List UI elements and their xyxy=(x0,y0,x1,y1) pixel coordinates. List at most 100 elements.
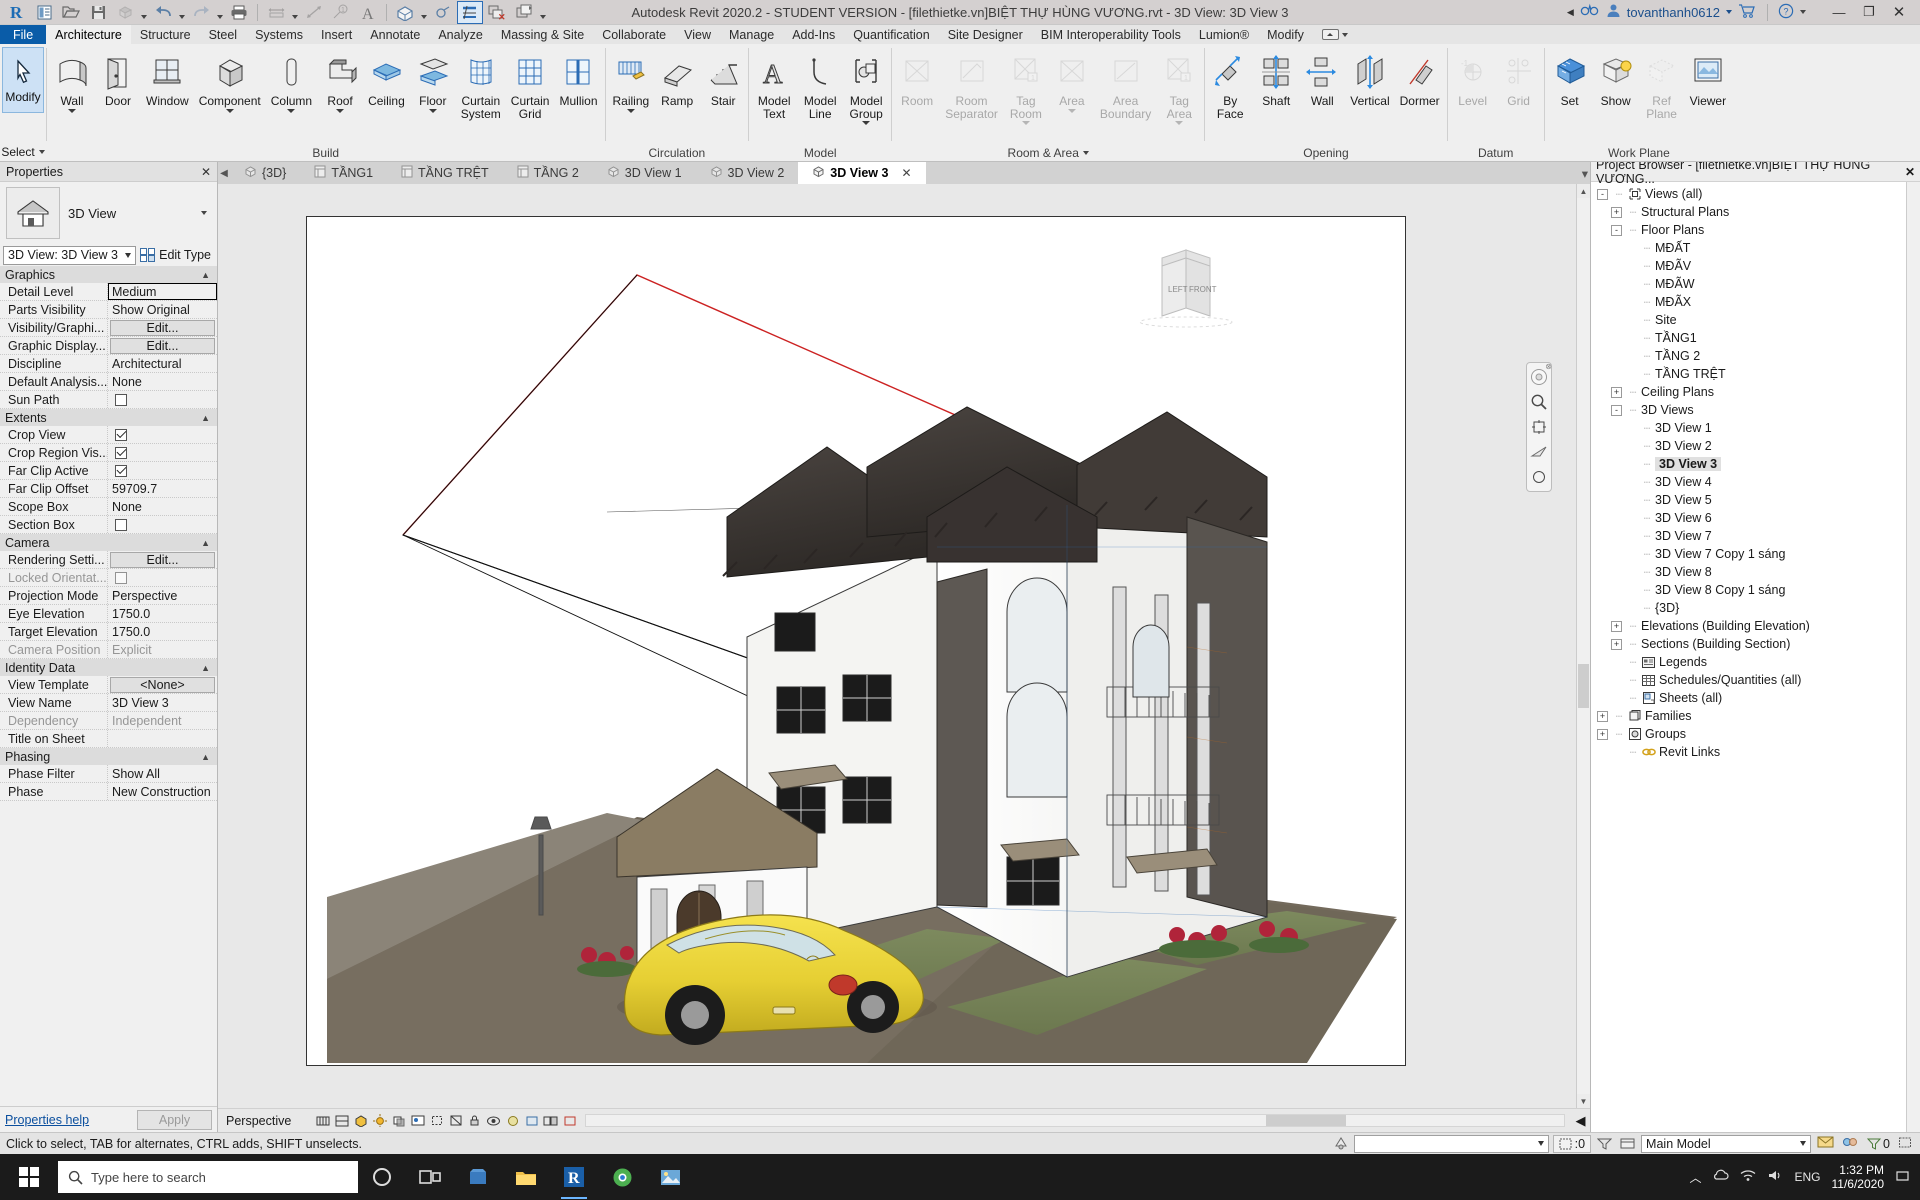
temporary-hide-isolate-icon[interactable] xyxy=(484,1111,503,1130)
minimize-button[interactable]: — xyxy=(1824,0,1854,25)
ribbon-button-wall[interactable]: Wall xyxy=(1299,49,1345,110)
zoom-all-icon[interactable] xyxy=(1529,467,1549,487)
property-edit-button[interactable]: Edit... xyxy=(110,319,215,336)
workset-selector[interactable]: Main Model xyxy=(1641,1134,1812,1153)
view-tab-3d-view-3[interactable]: 3D View 3 ✕ xyxy=(798,162,926,184)
browser-node-t-ng1[interactable]: ┈ TẦNG1 xyxy=(1591,329,1906,347)
browser-node-elevations-building-elevation[interactable]: + ┈ Elevations (Building Elevation) xyxy=(1591,617,1906,635)
view-tab-close-icon[interactable]: ✕ xyxy=(901,166,911,180)
ribbon-button-model-group[interactable]: Model Group xyxy=(843,49,889,127)
hide-crop-boundaries-icon[interactable] xyxy=(1898,1136,1912,1152)
filter-count-icon[interactable]: 0 xyxy=(1867,1137,1890,1151)
chevron-down-icon[interactable] xyxy=(428,108,437,113)
property-value[interactable]: Medium xyxy=(108,283,217,300)
reveal-hidden-icon[interactable] xyxy=(503,1111,522,1130)
ribbon-tab-steel[interactable]: Steel xyxy=(200,25,247,44)
property-checkbox[interactable] xyxy=(115,571,127,584)
collapse-icon[interactable]: - xyxy=(1611,404,1622,416)
group-collapse-icon[interactable]: ▲ xyxy=(201,752,210,762)
browser-node-t-ng-tr-t[interactable]: ┈ TẦNG TRỆT xyxy=(1591,365,1906,383)
ribbon-button-ceiling[interactable]: Ceiling xyxy=(363,49,410,110)
hscroll-left-icon[interactable]: ◀ xyxy=(1571,1111,1590,1130)
browser-node-site[interactable]: ┈ Site xyxy=(1591,311,1906,329)
switch-windows-dropdown-icon[interactable] xyxy=(538,1,548,24)
ribbon-button-wall[interactable]: Wall xyxy=(49,49,95,115)
property-value[interactable]: None xyxy=(108,373,217,390)
property-value[interactable]: Explicit xyxy=(108,641,217,658)
select-dropdown[interactable]: Select xyxy=(1,145,45,161)
ribbon-tab-lumion[interactable]: Lumion® xyxy=(1190,25,1258,44)
group-collapse-icon[interactable]: ▲ xyxy=(201,413,210,423)
canvas-vertical-scrollbar[interactable]: ▲ ▼ xyxy=(1576,184,1590,1108)
ribbon-button-dormer[interactable]: Dormer xyxy=(1395,49,1445,110)
open-icon[interactable] xyxy=(58,1,84,24)
view-dropdown-icon[interactable] xyxy=(419,1,429,24)
navbar-close-icon[interactable]: ⊗ xyxy=(1545,362,1552,371)
property-value[interactable]: 59709.7 xyxy=(108,480,217,497)
browser-node-t-ng-2[interactable]: ┈ TẦNG 2 xyxy=(1591,347,1906,365)
browser-node-revit-links[interactable]: ┈ Revit Links xyxy=(1591,743,1906,761)
browser-node-m-x[interactable]: ┈ MĐÃX xyxy=(1591,293,1906,311)
tab-overflow-icon[interactable]: ▾ xyxy=(1582,162,1590,184)
ribbon-tab-modify[interactable]: Modify xyxy=(1258,25,1313,44)
ribbon-button-stair[interactable]: Stair xyxy=(700,49,746,110)
ribbon-button-shaft[interactable]: Shaft xyxy=(1253,49,1299,110)
browser-node-3d[interactable]: ┈ {3D} xyxy=(1591,599,1906,617)
ribbon-tab-view[interactable]: View xyxy=(675,25,720,44)
tray-expand-icon[interactable]: ︿ xyxy=(1689,1169,1701,1186)
view-tab-3d-view-1[interactable]: 3D View 1 xyxy=(593,162,696,184)
ribbon-state-icon[interactable] xyxy=(1321,29,1339,40)
ribbon-button-floor[interactable]: Floor xyxy=(410,49,456,115)
canvas-horizontal-scrollbar[interactable] xyxy=(585,1114,1565,1127)
collapse-icon[interactable]: - xyxy=(1611,224,1622,236)
undo-dropdown-icon[interactable] xyxy=(177,1,187,24)
scroll-thumb[interactable] xyxy=(1578,664,1589,708)
print-icon[interactable] xyxy=(226,1,252,24)
view-tab-3d[interactable]: {3D} xyxy=(230,162,300,184)
ribbon-button-component[interactable]: Component xyxy=(194,49,266,115)
browser-scrollbar[interactable] xyxy=(1906,182,1920,1132)
property-value[interactable]: None xyxy=(108,498,217,515)
section-icon[interactable] xyxy=(430,1,456,24)
panel-expand-icon[interactable] xyxy=(1082,150,1089,155)
modify-button[interactable]: Modify xyxy=(2,47,44,113)
group-collapse-icon[interactable]: ▲ xyxy=(201,270,210,280)
measure-icon[interactable] xyxy=(263,1,289,24)
ribbon-tab-site-designer[interactable]: Site Designer xyxy=(939,25,1032,44)
browser-node-3d-view-4[interactable]: ┈ 3D View 4 xyxy=(1591,473,1906,491)
redo-icon[interactable] xyxy=(188,1,214,24)
reveal-constraints-icon[interactable] xyxy=(560,1111,579,1130)
editing-request-icon[interactable] xyxy=(1817,1135,1834,1152)
crop-view-icon[interactable] xyxy=(427,1111,446,1130)
ribbon-tab-add-ins[interactable]: Add-Ins xyxy=(783,25,844,44)
view-tab-t-ng1[interactable]: TẦNG1 xyxy=(300,162,387,184)
shadows-icon[interactable] xyxy=(389,1111,408,1130)
redo-dropdown-icon[interactable] xyxy=(215,1,225,24)
property-value[interactable] xyxy=(108,730,217,747)
ribbon-button-window[interactable]: Window xyxy=(141,49,194,110)
expand-icon[interactable]: + xyxy=(1597,728,1608,740)
ribbon-tab-structure[interactable]: Structure xyxy=(131,25,200,44)
properties-collapse-icon[interactable] xyxy=(197,211,211,215)
lock-3d-view-icon[interactable] xyxy=(465,1111,484,1130)
browser-node-ceiling-plans[interactable]: + ┈ Ceiling Plans xyxy=(1591,383,1906,401)
browser-node-m-w[interactable]: ┈ MĐÃW xyxy=(1591,275,1906,293)
hscroll-thumb[interactable] xyxy=(1266,1115,1347,1126)
ribbon-button-vertical[interactable]: Vertical xyxy=(1345,49,1394,110)
tab-scroll-left-icon[interactable]: ◀ xyxy=(218,162,230,184)
cart-icon[interactable] xyxy=(1738,3,1757,21)
onedrive-tray-icon[interactable] xyxy=(1712,1169,1730,1185)
switch-windows-icon[interactable] xyxy=(511,1,537,24)
expand-icon[interactable]: + xyxy=(1611,386,1622,398)
browser-node-families[interactable]: + ┈ Families xyxy=(1591,707,1906,725)
property-value[interactable]: New Construction xyxy=(108,783,217,800)
revit-taskbar-icon[interactable]: R xyxy=(550,1154,598,1200)
ribbon-minimize-control[interactable] xyxy=(1313,25,1357,44)
chevron-down-icon[interactable] xyxy=(336,108,345,113)
cortana-icon[interactable] xyxy=(358,1154,406,1200)
ribbon-tab-systems[interactable]: Systems xyxy=(246,25,312,44)
browser-node-3d-view-3[interactable]: ┈ 3D View 3 xyxy=(1591,455,1906,473)
store-icon[interactable] xyxy=(454,1154,502,1200)
browser-node-3d-view-2[interactable]: ┈ 3D View 2 xyxy=(1591,437,1906,455)
worksharing-display-icon[interactable] xyxy=(1842,1135,1859,1152)
